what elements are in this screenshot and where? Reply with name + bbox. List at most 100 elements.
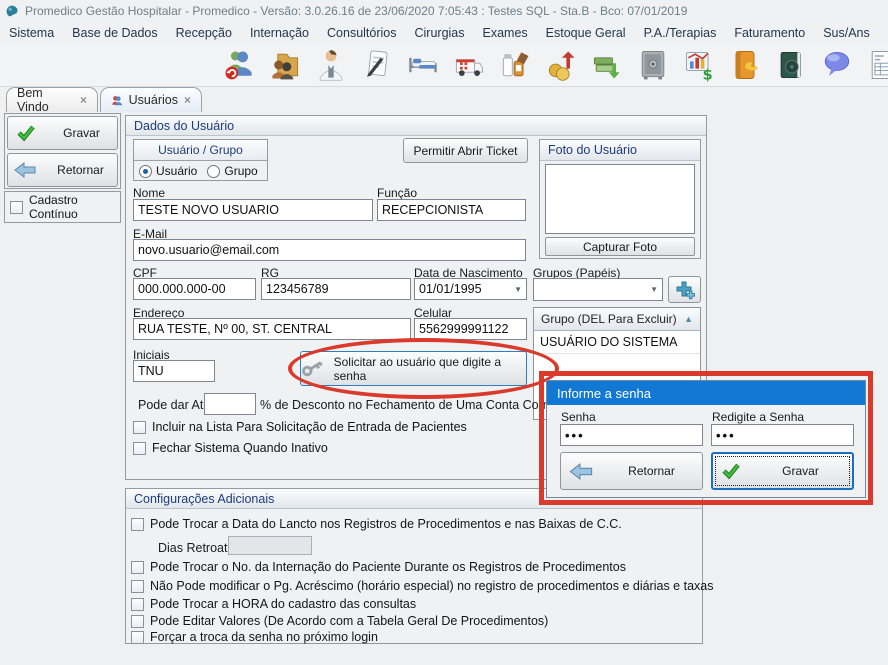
cadastro-continuo-box: Cadastro Contínuo — [4, 191, 121, 223]
menu-bar: Sistema Base de Dados Recepção Internaçã… — [0, 21, 888, 44]
incluir-lista-label: Incluir na Lista Para Solicitação de Ent… — [152, 420, 467, 434]
rg-input[interactable]: 123456789 — [261, 278, 411, 300]
fechar-sistema-checkbox[interactable] — [133, 442, 146, 455]
menu-internacao[interactable]: Internação — [241, 26, 318, 40]
safe-icon[interactable] — [635, 46, 671, 84]
funcao-input[interactable]: RECEPCIONISTA — [377, 199, 526, 221]
pharmacy-icon[interactable] — [497, 46, 533, 84]
title-bar: Promedico Gestão Hospitalar - Promedico … — [0, 0, 888, 21]
patients-folder-icon[interactable] — [267, 46, 303, 84]
nao-pode-modificar-pg-label: Não Pode modificar o Pg. Acréscimo (horá… — [150, 579, 713, 593]
sidebar-actions-panel: Gravar Retornar — [4, 113, 121, 189]
senha-input[interactable]: ••• — [560, 424, 703, 446]
redigite-senha-value: ••• — [716, 428, 736, 443]
foto-usuario-title: Foto do Usuário — [548, 143, 637, 157]
cpf-input[interactable]: 000.000.000-00 — [133, 278, 256, 300]
menu-caixa[interactable]: Caixa — [879, 26, 888, 40]
pode-editar-valores-label: Pode Editar Valores (De Acordo com a Tab… — [150, 614, 548, 628]
desconto-input[interactable] — [204, 393, 256, 415]
nome-value: TESTE NOVO USUARIO — [138, 203, 279, 217]
arrow-left-icon — [569, 463, 593, 480]
financial-chart-icon[interactable]: $ — [681, 46, 717, 84]
hospital-bed-icon[interactable] — [405, 46, 441, 84]
endereco-input[interactable]: RUA TESTE, Nº 00, ST. CENTRAL — [133, 318, 411, 340]
dialog-retornar-button[interactable]: Retornar — [560, 452, 703, 490]
permitir-abrir-ticket-label: Permitir Abrir Ticket — [413, 144, 517, 158]
menu-estoque-geral[interactable]: Estoque Geral — [537, 26, 635, 40]
menu-sus-ans[interactable]: Sus/Ans — [814, 26, 879, 40]
payments-down-icon[interactable] — [589, 46, 625, 84]
gravar-label: Gravar — [46, 126, 117, 140]
radio-grupo[interactable] — [207, 165, 220, 178]
redigite-senha-input[interactable]: ••• — [711, 424, 854, 446]
incluir-lista-row: Incluir na Lista Para Solicitação de Ent… — [133, 420, 467, 434]
form-grid-icon[interactable] — [865, 46, 888, 84]
pode-trocar-data-checkbox[interactable] — [131, 518, 144, 531]
data-nascimento-combo[interactable]: 01/01/1995▼ — [414, 278, 527, 300]
usuario-grupo-box: Usuário / Grupo Usuário Grupo — [133, 139, 268, 181]
chevron-down-icon: ▼ — [650, 285, 658, 294]
tab-bar: Bem Vindo × Usuários × — [0, 87, 888, 112]
solicitar-senha-button[interactable]: Solicitar ao usuário que digite a senha — [300, 351, 527, 386]
users-sync-icon[interactable] — [221, 46, 257, 84]
pode-trocar-hora-checkbox[interactable] — [131, 598, 144, 611]
cadastro-continuo-checkbox[interactable] — [10, 201, 23, 214]
config-row: Pode Editar Valores (De Acordo com a Tab… — [131, 614, 548, 628]
add-plus-icon — [675, 280, 695, 300]
celular-input[interactable]: 5562999991122 — [414, 318, 527, 340]
grupo-list-row[interactable]: USUÁRIO DO SISTEMA — [534, 331, 700, 354]
menu-recepcao[interactable]: Recepção — [167, 26, 241, 40]
pode-editar-valores-checkbox[interactable] — [131, 615, 144, 628]
add-grupo-button[interactable] — [668, 276, 701, 303]
radio-usuario[interactable] — [139, 165, 152, 178]
iniciais-input[interactable]: TNU — [133, 360, 215, 382]
capturar-foto-label: Capturar Foto — [583, 240, 657, 254]
permitir-abrir-ticket-button[interactable]: Permitir Abrir Ticket — [403, 138, 528, 163]
nome-input[interactable]: TESTE NOVO USUARIO — [133, 199, 373, 221]
ambulance-icon[interactable] — [451, 46, 487, 84]
retornar-button[interactable]: Retornar — [7, 153, 118, 187]
tab-bem-vindo[interactable]: Bem Vindo × — [6, 87, 98, 112]
forcar-troca-senha-checkbox[interactable] — [131, 631, 144, 644]
window-title: Promedico Gestão Hospitalar - Promedico … — [25, 4, 687, 18]
nao-pode-modificar-pg-checkbox[interactable] — [131, 580, 144, 593]
menu-sistema[interactable]: Sistema — [0, 26, 63, 40]
tab-usuarios-close-icon[interactable]: × — [184, 94, 191, 106]
phone-directory-icon[interactable] — [727, 46, 763, 84]
cadastro-continuo-label: Cadastro Contínuo — [29, 193, 120, 221]
prescription-icon[interactable] — [359, 46, 395, 84]
pode-trocar-internacao-checkbox[interactable] — [131, 561, 144, 574]
fechar-sistema-label: Fechar Sistema Quando Inativo — [152, 441, 328, 455]
app-logo-icon — [5, 4, 19, 18]
menu-faturamento[interactable]: Faturamento — [725, 26, 814, 40]
dialog-retornar-label: Retornar — [601, 464, 702, 478]
dialog-gravar-button[interactable]: Gravar — [711, 452, 854, 490]
menu-pa-terapias[interactable]: P.A./Terapias — [635, 26, 726, 40]
radio-grupo-label: Grupo — [224, 164, 257, 178]
manual-book-icon[interactable] — [773, 46, 809, 84]
pode-trocar-hora-label: Pode Trocar a HORA do cadastro das consu… — [150, 597, 416, 611]
celular-value: 5562999991122 — [419, 322, 508, 336]
chat-icon[interactable] — [819, 46, 855, 84]
grupo-list-header[interactable]: Grupo (DEL Para Excluir) ▲ — [534, 308, 700, 331]
informe-senha-title: Informe a senha — [557, 386, 651, 401]
dados-usuario-title: Dados do Usuário — [134, 119, 234, 133]
menu-exames[interactable]: Exames — [474, 26, 537, 40]
menu-base-de-dados[interactable]: Base de Dados — [63, 26, 166, 40]
email-input[interactable]: novo.usuario@email.com — [133, 239, 526, 261]
grupo-list-row-label: USUÁRIO DO SISTEMA — [540, 335, 678, 349]
billing-up-icon[interactable] — [543, 46, 579, 84]
dias-retroativos-input[interactable] — [228, 536, 312, 555]
menu-consultorios[interactable]: Consultórios — [318, 26, 405, 40]
incluir-lista-checkbox[interactable] — [133, 421, 146, 434]
tab-bem-vindo-close-icon[interactable]: × — [80, 94, 87, 106]
doctor-icon[interactable] — [313, 46, 349, 84]
grupos-papeis-combo[interactable]: ▼ — [533, 278, 663, 301]
gravar-button[interactable]: Gravar — [7, 116, 118, 150]
menu-cirurgias[interactable]: Cirurgias — [406, 26, 474, 40]
capturar-foto-button[interactable]: Capturar Foto — [545, 237, 695, 256]
app-window: Promedico Gestão Hospitalar - Promedico … — [0, 0, 888, 665]
tab-usuarios-label: Usuários — [129, 93, 178, 107]
tab-usuarios[interactable]: Usuários × — [100, 87, 202, 112]
informe-senha-titlebar: Informe a senha — [547, 381, 865, 405]
